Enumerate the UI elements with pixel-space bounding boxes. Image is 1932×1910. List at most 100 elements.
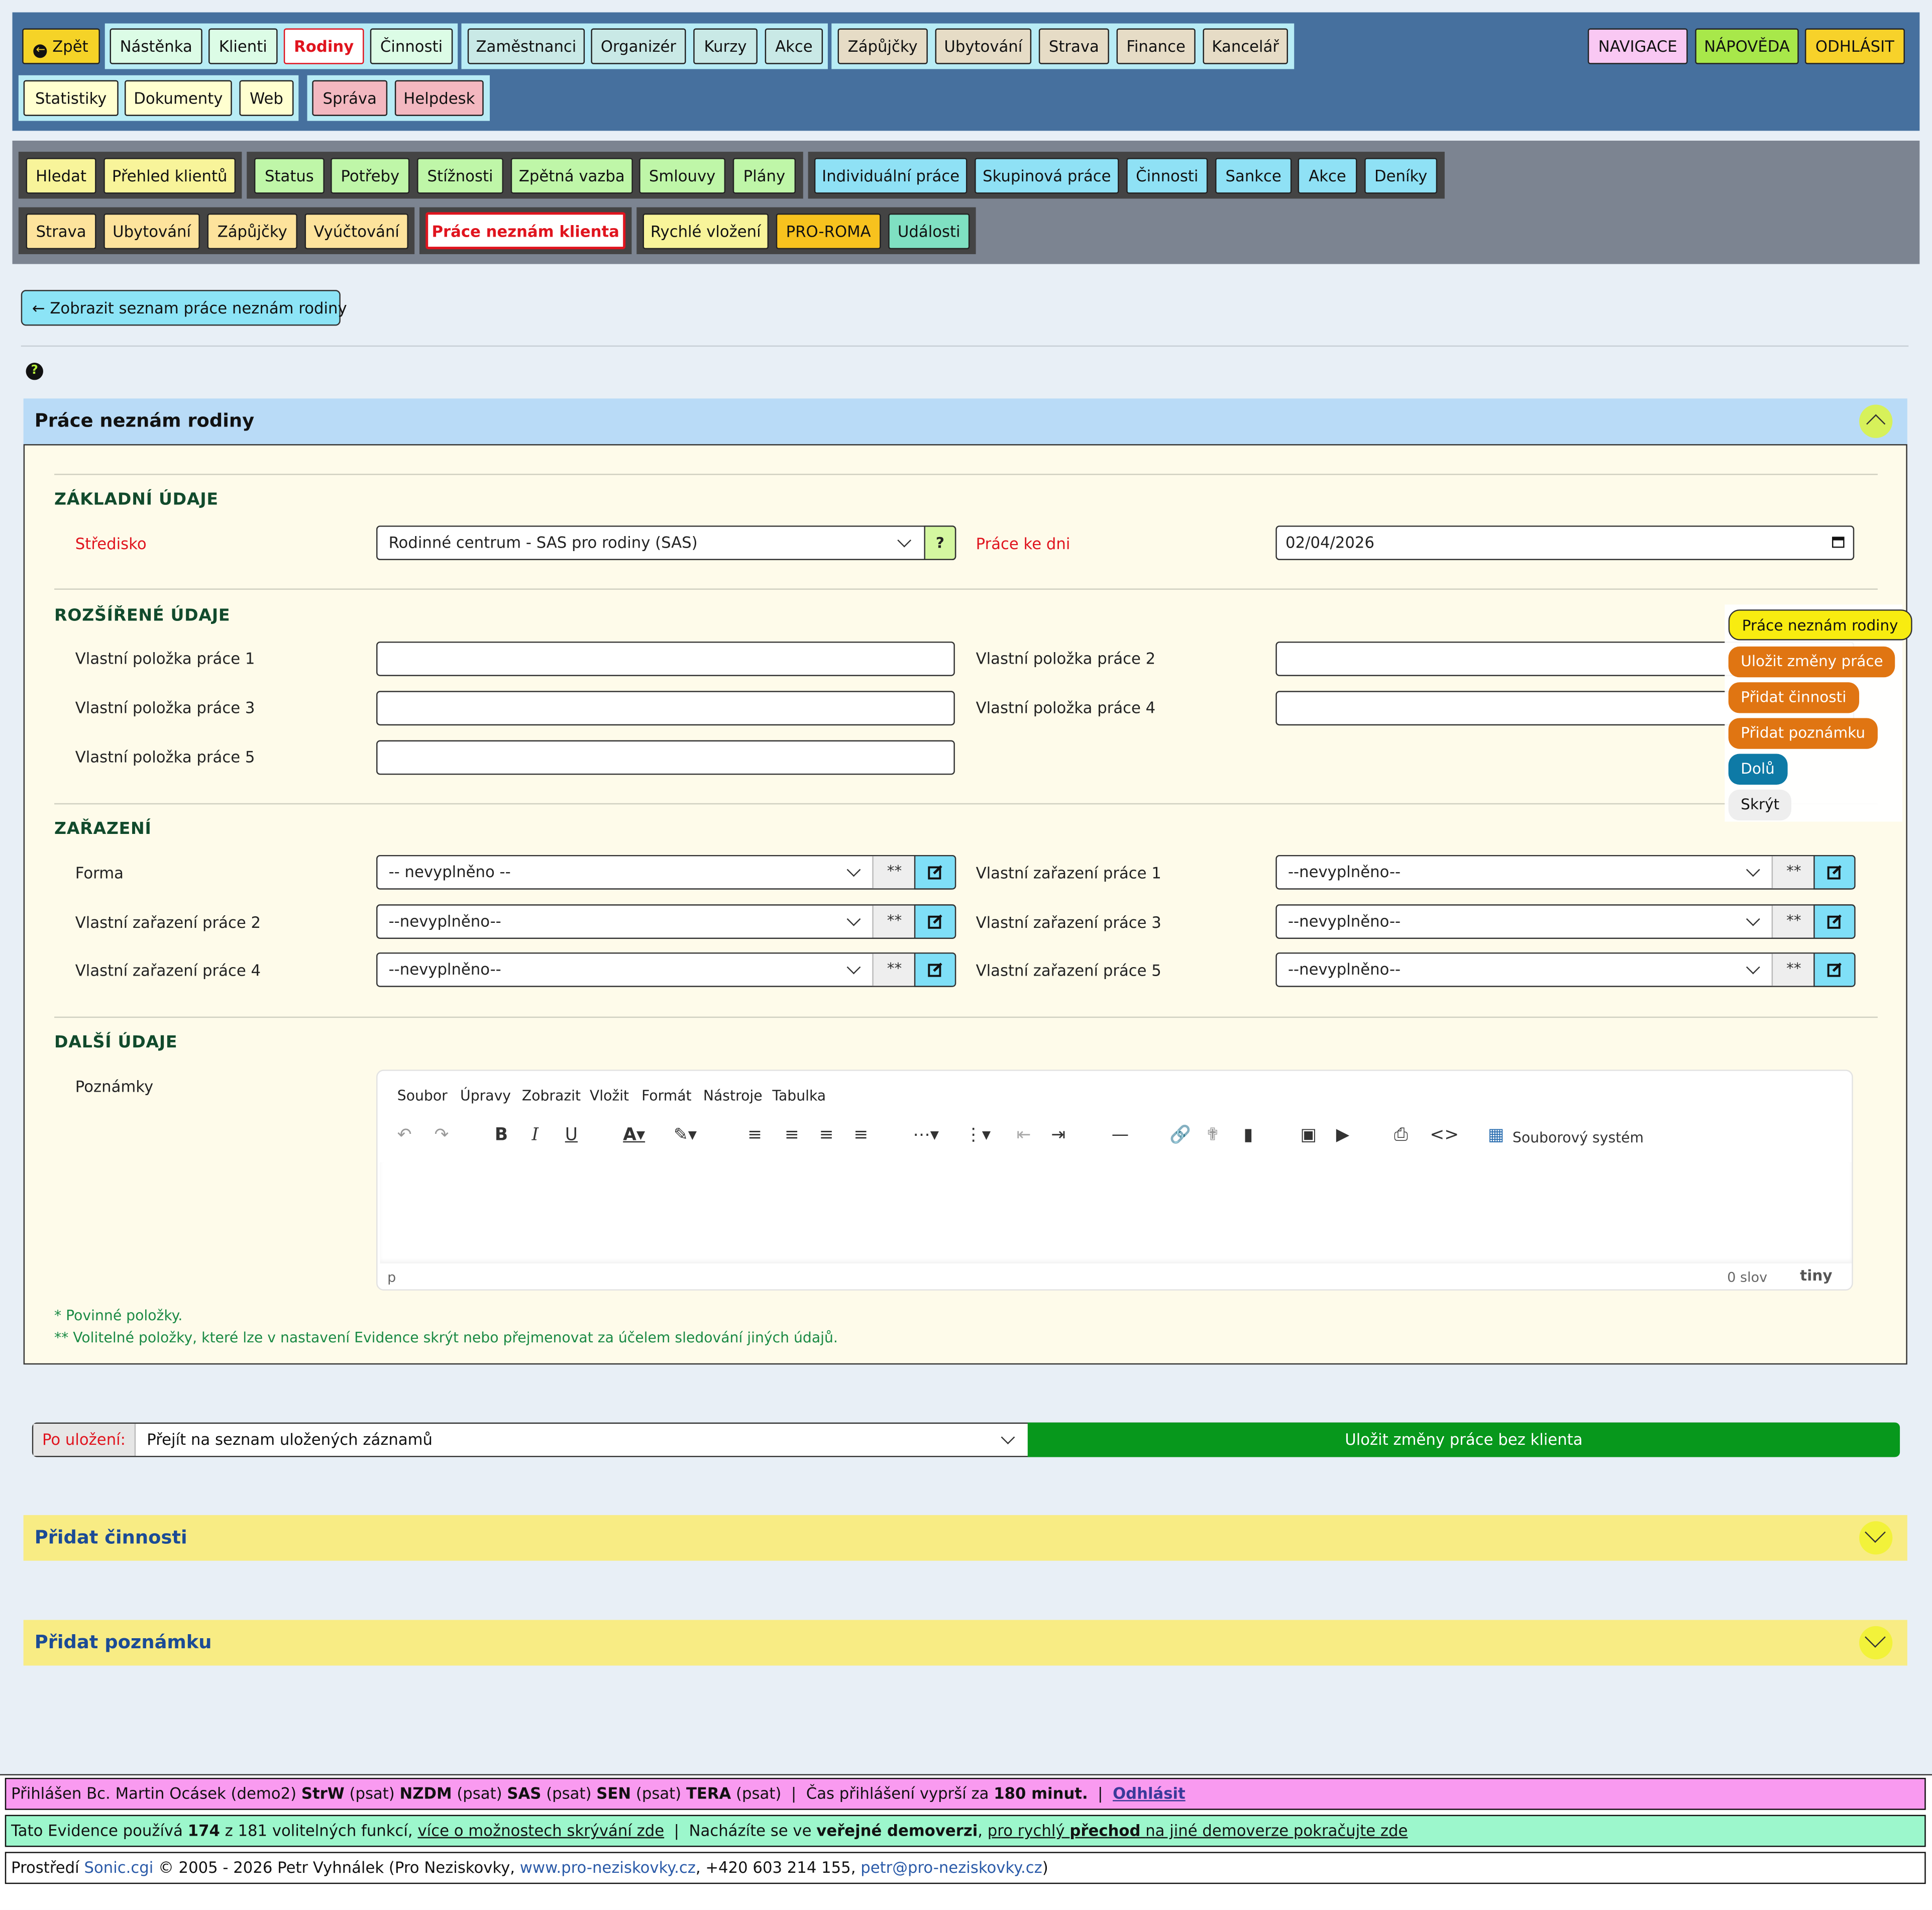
float-save-changes-link[interactable]: Uložit změny práce bbox=[1728, 646, 1896, 678]
redo-icon[interactable]: ↷ bbox=[434, 1125, 449, 1145]
edit-forma-button[interactable] bbox=[914, 855, 956, 890]
float-add-activities-link[interactable]: Přidat činnosti bbox=[1728, 682, 1859, 713]
website-link[interactable]: www.pro-neziskovky.cz bbox=[520, 1858, 696, 1877]
sub-nav-item-stiznosti[interactable]: Stížnosti bbox=[417, 158, 504, 194]
outdent-icon[interactable]: ⇤ bbox=[1017, 1125, 1031, 1145]
top-nav-item-dokumenty[interactable]: Dokumenty bbox=[125, 80, 232, 116]
back-to-list-button[interactable]: ← Zobrazit seznam práce neznám rodiny bbox=[21, 290, 347, 326]
editor-menu-file[interactable]: Soubor bbox=[397, 1087, 448, 1104]
sub-nav-item-udalosti[interactable]: Události bbox=[888, 213, 970, 250]
footer-logout-link[interactable]: Odhlásit bbox=[1113, 1784, 1186, 1802]
source-code-icon[interactable]: <> bbox=[1430, 1125, 1459, 1145]
top-nav-item-finance[interactable]: Finance bbox=[1116, 28, 1196, 64]
numbered-list-icon[interactable]: ⋮▾ bbox=[965, 1125, 991, 1145]
top-nav-item-akce[interactable]: Akce bbox=[765, 28, 823, 64]
editor-menu-edit[interactable]: Úpravy bbox=[460, 1087, 511, 1104]
sub-nav-item-plany[interactable]: Plány bbox=[732, 158, 796, 194]
app-link[interactable]: Sonic.cgi bbox=[84, 1858, 154, 1877]
custom-class-2-select[interactable]: --nevyplněno-- ** bbox=[376, 904, 956, 939]
align-right-icon[interactable]: ≡ bbox=[819, 1125, 834, 1145]
add-note-accordion[interactable]: Přidat poznámku bbox=[23, 1620, 1907, 1666]
sub-nav-item-deniky[interactable]: Deníky bbox=[1364, 158, 1438, 194]
stredisko-help-button[interactable]: ? bbox=[924, 525, 956, 560]
sub-nav-item-ubytovani[interactable]: Ubytování bbox=[103, 213, 200, 250]
save-changes-button[interactable]: Uložit změny práce bez klienta bbox=[1027, 1422, 1900, 1457]
stredisko-select[interactable]: Rodinné centrum - SAS pro rodiny (SAS) ? bbox=[376, 525, 956, 560]
top-nav-item-cinnosti[interactable]: Činnosti bbox=[370, 28, 453, 64]
align-center-icon[interactable]: ≡ bbox=[785, 1125, 799, 1145]
forma-select[interactable]: -- nevyplněno -- ** bbox=[376, 855, 956, 890]
align-justify-icon[interactable]: ≡ bbox=[853, 1125, 868, 1145]
sub-nav-item-sankce[interactable]: Sankce bbox=[1215, 158, 1292, 194]
editor-menu-format[interactable]: Formát bbox=[641, 1087, 692, 1104]
float-work-panel-link[interactable]: Práce neznám rodiny bbox=[1728, 609, 1912, 641]
float-down-link[interactable]: Dolů bbox=[1728, 754, 1787, 785]
top-nav-item-strava[interactable]: Strava bbox=[1038, 28, 1109, 64]
sub-nav-item-hledat[interactable]: Hledat bbox=[26, 158, 96, 194]
italic-icon[interactable]: I bbox=[531, 1125, 539, 1145]
expand-button[interactable] bbox=[1859, 1521, 1893, 1555]
custom-item-3-input[interactable] bbox=[376, 691, 955, 726]
demo-switch-link[interactable]: pro rychlý přechod na jiné demoverze pok… bbox=[988, 1821, 1408, 1840]
bold-icon[interactable]: B bbox=[495, 1125, 508, 1145]
custom-item-1-input[interactable] bbox=[376, 642, 955, 676]
sub-nav-item-akce[interactable]: Akce bbox=[1298, 158, 1357, 194]
top-nav-item-organizer[interactable]: Organizér bbox=[591, 28, 686, 64]
edit-custom-class-1-button[interactable] bbox=[1813, 855, 1856, 890]
sub-nav-item-prace-neznam-klienta[interactable]: Práce neznám klienta bbox=[425, 212, 626, 250]
indent-icon[interactable]: ⇥ bbox=[1051, 1125, 1065, 1145]
align-left-icon[interactable]: ≡ bbox=[747, 1125, 762, 1145]
top-nav-item-klienti[interactable]: Klienti bbox=[208, 28, 278, 64]
image-icon[interactable]: ▣ bbox=[1301, 1125, 1317, 1145]
sub-nav-item-status[interactable]: Status bbox=[254, 158, 325, 194]
sub-nav-item-pro-roma[interactable]: PRO-ROMA bbox=[776, 213, 881, 250]
top-nav-back-button[interactable]: ← Zpět bbox=[22, 28, 100, 64]
help-circle-icon[interactable]: ? bbox=[26, 363, 43, 380]
add-activities-accordion[interactable]: Přidat činnosti bbox=[23, 1515, 1907, 1561]
expand-button[interactable] bbox=[1859, 1626, 1893, 1660]
custom-class-1-select[interactable]: --nevyplněno-- ** bbox=[1275, 855, 1856, 890]
after-save-select[interactable]: Přejít na seznam uložených záznamů bbox=[136, 1424, 1028, 1456]
hiding-options-link[interactable]: více o možnostech skrývání zde bbox=[418, 1821, 665, 1840]
editor-menu-view[interactable]: Zobrazit bbox=[522, 1087, 581, 1104]
custom-class-4-select[interactable]: --nevyplněno-- ** bbox=[376, 952, 956, 987]
undo-icon[interactable]: ↶ bbox=[397, 1125, 412, 1145]
unlink-icon[interactable]: ✟ bbox=[1205, 1125, 1220, 1145]
top-nav-item-statistiky[interactable]: Statistiky bbox=[23, 80, 119, 116]
top-nav-item-helpdesk[interactable]: Helpdesk bbox=[394, 80, 484, 116]
sub-nav-item-prehled-klientu[interactable]: Přehled klientů bbox=[103, 158, 236, 194]
edit-custom-class-3-button[interactable] bbox=[1813, 904, 1856, 939]
custom-item-5-input[interactable] bbox=[376, 740, 955, 775]
calendar-icon[interactable] bbox=[1832, 537, 1845, 548]
text-color-icon[interactable]: A▾ bbox=[623, 1125, 645, 1145]
print-icon[interactable]: ⎙ bbox=[1394, 1125, 1408, 1145]
top-nav-item-zamestnanci[interactable]: Zaměstnanci bbox=[467, 28, 585, 64]
edit-custom-class-4-button[interactable] bbox=[914, 952, 956, 987]
bookmark-icon[interactable]: ▮ bbox=[1244, 1125, 1253, 1145]
edit-custom-class-5-button[interactable] bbox=[1813, 952, 1856, 987]
sub-nav-item-strava[interactable]: Strava bbox=[26, 213, 96, 250]
float-add-note-link[interactable]: Přidat poznámku bbox=[1728, 718, 1878, 749]
sub-nav-item-zapujcky[interactable]: Zápůjčky bbox=[207, 213, 297, 250]
float-hide-link[interactable]: Skrýt bbox=[1728, 789, 1792, 821]
editor-menu-tools[interactable]: Nástroje bbox=[703, 1087, 763, 1104]
top-nav-item-zapujcky[interactable]: Zápůjčky bbox=[837, 28, 928, 64]
date-input[interactable]: 02/04/2026 bbox=[1275, 525, 1855, 560]
navigation-button[interactable]: NAVIGACE bbox=[1587, 28, 1688, 64]
sub-nav-item-cinnosti[interactable]: Činnosti bbox=[1126, 158, 1208, 194]
top-nav-item-sprava[interactable]: Správa bbox=[312, 80, 388, 116]
sub-nav-item-individualni-prace[interactable]: Individuální práce bbox=[814, 158, 968, 194]
sub-nav-item-potreby[interactable]: Potřeby bbox=[331, 158, 410, 194]
bullet-list-icon[interactable]: ⋯▾ bbox=[913, 1125, 939, 1145]
media-icon[interactable]: ▶ bbox=[1336, 1125, 1349, 1145]
editor-menu-insert[interactable]: Vložit bbox=[590, 1087, 629, 1104]
sub-nav-item-zpetna-vazba[interactable]: Zpětná vazba bbox=[510, 158, 633, 194]
custom-class-5-select[interactable]: --nevyplněno-- ** bbox=[1275, 952, 1856, 987]
custom-class-3-select[interactable]: --nevyplněno-- ** bbox=[1275, 904, 1856, 939]
work-panel-header[interactable]: Práce neznám rodiny bbox=[23, 398, 1907, 445]
filesystem-label[interactable]: Souborový systém bbox=[1513, 1129, 1644, 1146]
top-nav-item-web[interactable]: Web bbox=[239, 80, 294, 116]
sub-nav-item-skupinova-prace[interactable]: Skupinová práce bbox=[975, 158, 1119, 194]
collapse-button[interactable] bbox=[1859, 404, 1893, 438]
editor-content-area[interactable] bbox=[380, 1162, 1852, 1263]
